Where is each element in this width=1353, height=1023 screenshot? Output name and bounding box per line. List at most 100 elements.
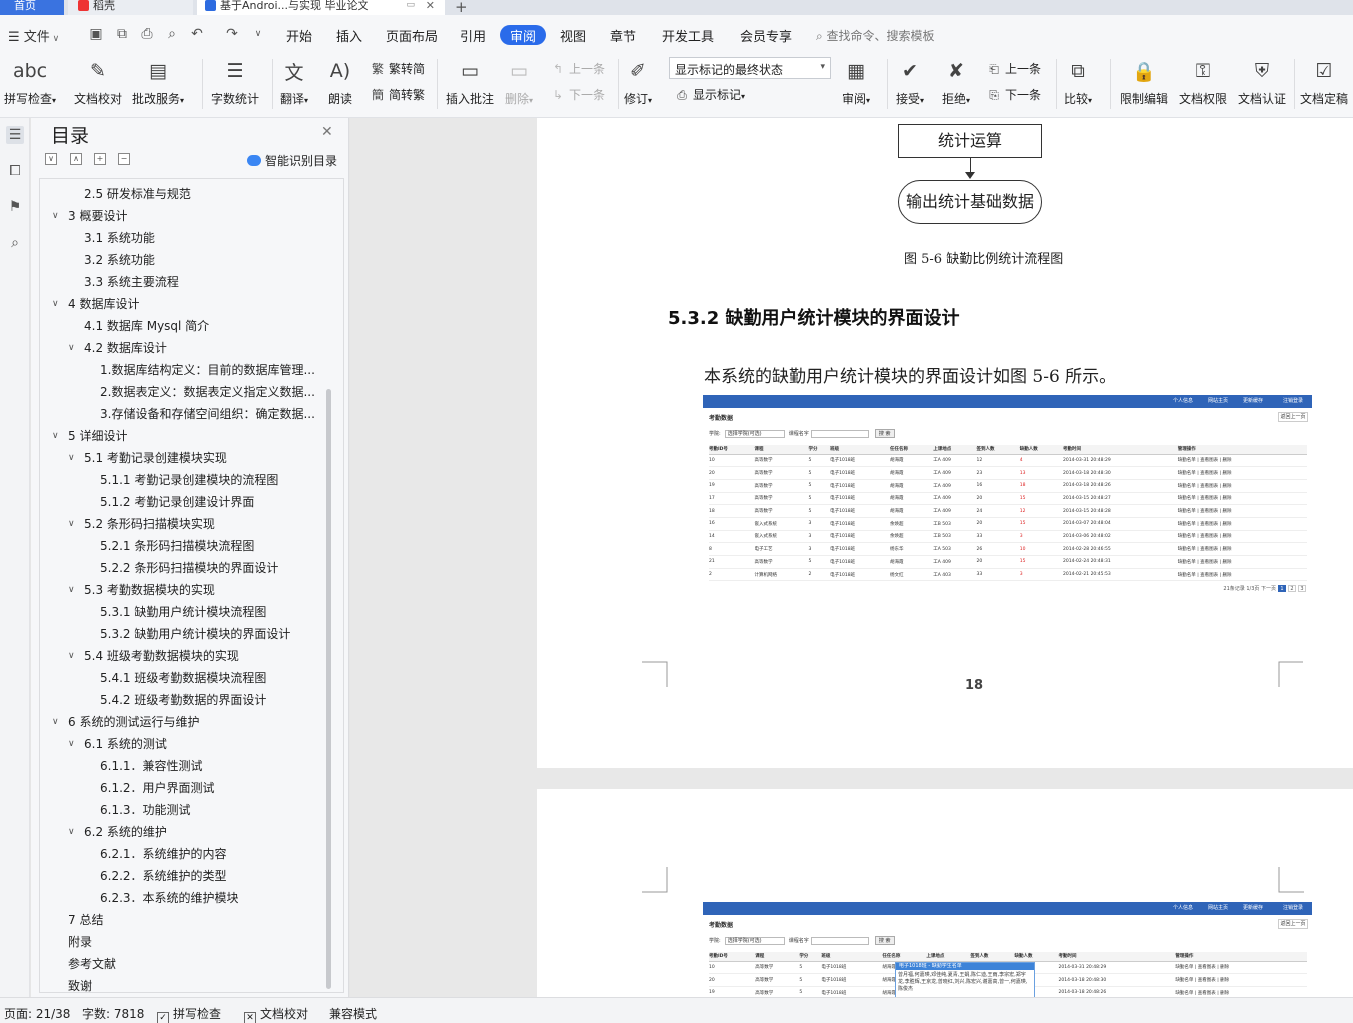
toc-item[interactable]: ∨ 3 概要设计 <box>40 205 322 227</box>
toc-item[interactable]: ∨ 5.1 考勤记录创建模块实现 <box>40 447 322 469</box>
tab-page-layout[interactable]: 页面布局 <box>386 26 438 46</box>
toc-item[interactable]: ∨ 4 数据库设计 <box>40 293 322 315</box>
chevron-down-icon[interactable]: ∨ <box>250 26 266 42</box>
tab-start[interactable]: 开始 <box>286 26 312 46</box>
chevron-down-icon[interactable]: ∨ <box>52 205 59 227</box>
prev-comment-button[interactable]: ↰ 上一条 <box>550 60 605 77</box>
toc-item[interactable]: 5.2.2 条形码扫描模块的界面设计 <box>40 557 322 579</box>
toc-item[interactable]: 致谢 <box>40 975 322 992</box>
toc-item[interactable]: 4.1 数据库 Mysql 简介 <box>40 315 322 337</box>
chevron-down-icon[interactable]: ∨ <box>68 645 75 667</box>
chevron-down-icon[interactable]: ∨ <box>68 447 75 469</box>
toc-item[interactable]: 2.数据表定义：数据表定义指定义数据... <box>40 381 322 403</box>
tab-review[interactable]: 审阅 <box>500 25 547 45</box>
chevron-down-icon[interactable]: ∨ <box>52 425 59 447</box>
toc-item[interactable]: 7 总结 <box>40 909 322 931</box>
tab-developer[interactable]: 开发工具 <box>662 26 714 46</box>
tab-document[interactable]: 基于Androi...与实现 毕业论文 ▭ ✕ <box>197 0 445 15</box>
toc-item[interactable]: 5.3.1 缺勤用户统计模块流程图 <box>40 601 322 623</box>
chevron-down-icon[interactable]: ∨ <box>68 821 75 843</box>
toc-panel-icon[interactable]: ☰ <box>6 126 24 144</box>
redo-icon[interactable]: ↷ <box>224 26 240 42</box>
show-markup-button[interactable]: ⎙ 显示标记▾ <box>674 86 745 103</box>
chevron-down-icon[interactable]: ∨ <box>68 337 75 359</box>
toc-item[interactable]: ∨ 6 系统的测试运行与维护 <box>40 711 322 733</box>
toc-item[interactable]: ∨ 5.4 班级考勤数据模块的实现 <box>40 645 322 667</box>
add-heading-icon[interactable]: + <box>94 153 106 165</box>
pin-icon[interactable]: ▭ <box>406 0 415 11</box>
toc-item[interactable]: ∨ 6.1 系统的测试 <box>40 733 322 755</box>
save-as-icon[interactable]: ⧉ <box>114 26 130 42</box>
proofread-toggle[interactable]: ✕ 文档校对 <box>244 1005 308 1023</box>
doc-permission-button[interactable]: ⚿ 文档权限 <box>1179 57 1227 107</box>
toc-item[interactable]: 3.1 系统功能 <box>40 227 322 249</box>
tab-section[interactable]: 章节 <box>610 26 636 46</box>
toc-item[interactable]: 2.5 研发标准与规范 <box>40 183 322 205</box>
tab-references[interactable]: 引用 <box>460 26 486 46</box>
chevron-down-icon[interactable]: ∨ <box>68 579 75 601</box>
chevron-down-icon[interactable]: ∨ <box>52 711 59 733</box>
toc-item[interactable]: 5.4.1 班级考勤数据模块流程图 <box>40 667 322 689</box>
delete-comment-button[interactable]: ▭ 删除▾ <box>505 57 533 107</box>
doc-finalize-button[interactable]: ☑ 文档定稿 <box>1300 57 1348 107</box>
doc-proofread-button[interactable]: ✎ 文档校对 <box>74 57 122 107</box>
print-icon[interactable]: ⎙ <box>139 26 155 42</box>
reject-button[interactable]: ✘ 拒绝▾ <box>942 57 970 107</box>
save-icon[interactable]: ▣ <box>88 26 104 42</box>
toc-scrollbar[interactable] <box>326 389 331 989</box>
restrict-edit-button[interactable]: 🔒 限制编辑 <box>1120 57 1168 107</box>
toc-item[interactable]: 5.1.2 考勤记录创建设计界面 <box>40 491 322 513</box>
word-count-indicator[interactable]: 字数: 7818 <box>82 1005 144 1022</box>
toc-item[interactable]: 6.1.2．用户界面测试 <box>40 777 322 799</box>
close-icon[interactable]: ✕ <box>426 0 435 11</box>
toc-item[interactable]: 6.1.3．功能测试 <box>40 799 322 821</box>
remove-heading-icon[interactable]: − <box>118 153 130 165</box>
next-change-button[interactable]: ⎘ 下一条 <box>986 86 1041 103</box>
tab-member[interactable]: 会员专享 <box>740 26 792 46</box>
markup-state-select[interactable]: 显示标记的最终状态 ▾ <box>669 57 831 79</box>
close-icon[interactable]: ✕ <box>321 124 333 140</box>
toc-item[interactable]: 5.3.2 缺勤用户统计模块的界面设计 <box>40 623 322 645</box>
toc-item[interactable]: 3.2 系统功能 <box>40 249 322 271</box>
toc-item[interactable]: ∨ 5 详细设计 <box>40 425 322 447</box>
toc-item[interactable]: 6.2.1．系统维护的内容 <box>40 843 322 865</box>
toc-item[interactable]: ∨ 5.3 考勤数据模块的实现 <box>40 579 322 601</box>
tab-view[interactable]: 视图 <box>560 26 586 46</box>
command-search[interactable]: ⌕ 查找命令、搜索模板 <box>816 27 935 44</box>
track-changes-button[interactable]: ✐ 修订▾ <box>624 57 652 107</box>
search-icon[interactable]: ⌕ <box>6 234 24 252</box>
expand-up-icon[interactable]: ∧ <box>70 153 82 165</box>
word-count-button[interactable]: ☰ 字数统计 <box>211 57 259 107</box>
toc-item[interactable]: 5.4.2 班级考勤数据的界面设计 <box>40 689 322 711</box>
prev-change-button[interactable]: ⎗ 上一条 <box>986 60 1041 77</box>
to-traditional-button[interactable]: 繁繁转简 <box>370 60 425 77</box>
batch-service-button[interactable]: ▤ 批改服务▾ <box>132 57 184 107</box>
tab-home[interactable]: 首页 <box>0 0 64 15</box>
spell-check-toggle[interactable]: ✓ 拼写检查 <box>157 1005 221 1023</box>
translate-button[interactable]: 文翻译▾ <box>280 57 308 107</box>
read-aloud-button[interactable]: A) 朗读 <box>326 57 354 107</box>
toc-item[interactable]: 6.2.2．系统维护的类型 <box>40 865 322 887</box>
outline-icon[interactable]: ⧠ <box>6 162 24 180</box>
toc-item[interactable]: 6.2.3．本系统的维护模块 <box>40 887 322 909</box>
next-comment-button[interactable]: ↳ 下一条 <box>550 86 605 103</box>
toc-item[interactable]: 1.数据库结构定义：目前的数据库管理... <box>40 359 322 381</box>
new-tab-button[interactable]: + <box>455 0 468 16</box>
bookmark-icon[interactable]: ⚑ <box>6 198 24 216</box>
tab-docer[interactable]: 稻壳 <box>68 0 193 15</box>
tab-insert[interactable]: 插入 <box>336 26 362 46</box>
doc-certify-button[interactable]: ⛨ 文档认证 <box>1238 57 1286 107</box>
collapse-all-icon[interactable]: ∨ <box>45 153 57 165</box>
to-simplified-button[interactable]: 簡简转繁 <box>370 86 425 103</box>
file-menu[interactable]: ☰ 文件 ∨ <box>8 26 59 45</box>
toc-item[interactable]: 3.存储设备和存储空间组织：确定数据... <box>40 403 322 425</box>
page-indicator[interactable]: 页面: 21/38 <box>4 1005 70 1022</box>
undo-icon[interactable]: ↶ <box>189 26 205 42</box>
spell-check-button[interactable]: abc 拼写检查▾ <box>4 57 56 107</box>
toc-item[interactable]: ∨ 5.2 条形码扫描模块实现 <box>40 513 322 535</box>
compare-button[interactable]: ⧉ 比较▾ <box>1064 57 1092 107</box>
chevron-down-icon[interactable]: ∨ <box>52 293 59 315</box>
toc-item[interactable]: ∨ 4.2 数据库设计 <box>40 337 322 359</box>
toc-item[interactable]: 3.3 系统主要流程 <box>40 271 322 293</box>
chevron-down-icon[interactable]: ∨ <box>68 513 75 535</box>
